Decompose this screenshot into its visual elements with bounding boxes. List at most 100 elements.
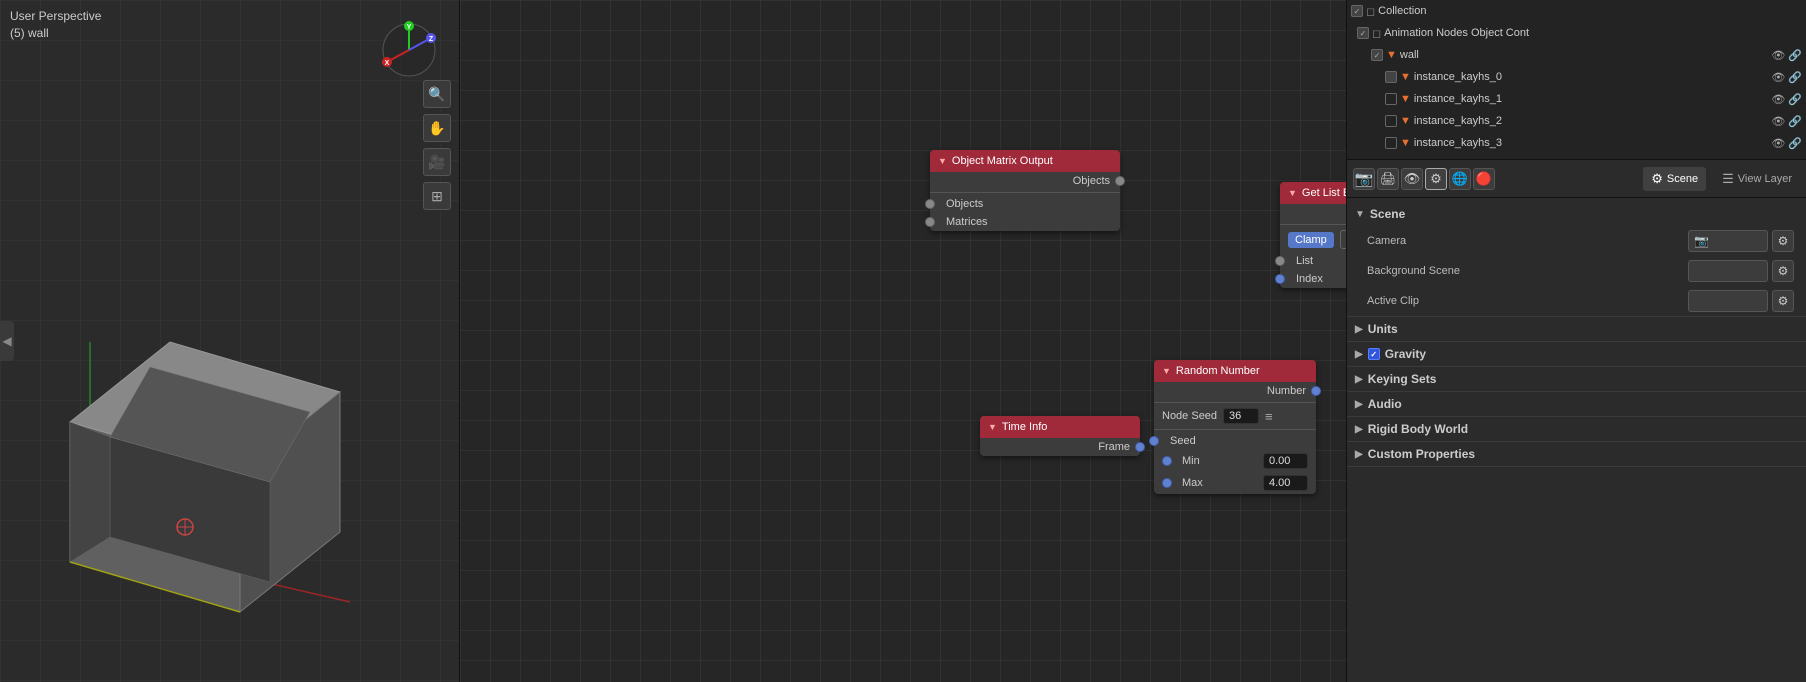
node-seed-row: Node Seed ≡ [1154,405,1316,427]
outliner-instance-0[interactable]: ▼ instance_kayhs_0 👁 🔗 [1347,66,1806,88]
background-scene-value: ⚙ [1688,260,1794,282]
props-rigid-body-header[interactable]: ▶ Rigid Body World [1347,417,1806,441]
props-icon-world[interactable]: 🌐 [1449,168,1471,190]
inst3-eye[interactable]: 👁 [1771,137,1785,150]
seed-stepper[interactable]: ≡ [1265,409,1273,424]
props-icon-output[interactable]: 🖨 [1377,168,1399,190]
socket-in-seed [1149,436,1159,446]
collection-visibility-checkbox[interactable]: ✓ [1351,5,1363,17]
ortho-tool[interactable]: ⊞ [423,182,451,210]
node-max-row: Max [1154,472,1316,494]
node-output-frame: Frame [980,438,1140,456]
tab-view-layer[interactable]: ☰ View Layer [1714,167,1800,191]
scene-tab-label: Scene [1667,173,1698,185]
socket-in-min [1162,456,1172,466]
socket-in-objects [925,199,935,209]
background-scene-settings-btn[interactable]: ⚙ [1772,260,1794,282]
node-seed-input[interactable] [1223,408,1259,424]
node-getlist-buttons: Clamp ↻ Wrap ≡ [1280,227,1346,252]
inst3-visibility[interactable] [1385,137,1397,149]
outliner-anim-nodes[interactable]: ✓ ◻ Animation Nodes Object Cont [1347,22,1806,44]
camera-tool[interactable]: 🎥 [423,148,451,176]
wall-eye-icon[interactable]: 👁 [1771,49,1785,62]
outliner-collection[interactable]: ✓ ◻ Collection [1347,0,1806,22]
anim-nodes-visibility[interactable]: ✓ [1357,27,1369,39]
active-clip-label: Active Clip [1367,295,1682,307]
max-input[interactable] [1263,475,1308,491]
inst1-eye[interactable]: 👁 [1771,93,1785,106]
props-icon-view[interactable]: 👁 [1401,168,1423,190]
camera-settings-btn[interactable]: ⚙ [1772,230,1794,252]
props-active-clip-row: Active Clip ⚙ [1347,286,1806,316]
custom-expand-arrow: ▶ [1355,449,1363,460]
outliner-instance-3[interactable]: ▼ instance_kayhs_3 👁 🔗 [1347,132,1806,154]
props-background-row: Background Scene ⚙ [1347,256,1806,286]
gravity-checkbox[interactable]: ✓ [1368,348,1380,360]
outliner-instance-2[interactable]: ▼ instance_kayhs_2 👁 🔗 [1347,110,1806,132]
inst2-eye[interactable]: 👁 [1771,115,1785,128]
props-custom-section: ▶ Custom Properties [1347,442,1806,467]
units-label: Units [1368,322,1398,336]
outliner-inst2-label: instance_kayhs_2 [1414,115,1502,127]
outliner-wall[interactable]: ✓ ▼ wall 👁 🔗 [1347,44,1806,66]
socket-in-list [1275,256,1285,266]
wall-visibility[interactable]: ✓ [1371,49,1383,61]
props-scene-header[interactable]: ▼ Scene [1347,202,1806,226]
props-keying-section: ▶ Keying Sets [1347,367,1806,392]
props-custom-header[interactable]: ▶ Custom Properties [1347,442,1806,466]
node-object-matrix-header: ▼ Object Matrix Output [930,150,1120,172]
socket-in-index [1275,274,1285,284]
inst0-eye[interactable]: 👁 [1771,71,1785,84]
axes-widget: Y X Z [379,20,439,80]
properties-panel: ✓ ◻ Collection ✓ ◻ Animation Nodes Objec… [1346,0,1806,682]
node-editor[interactable]: ▼ Object Matrix Output Objects Objects M… [460,0,1346,682]
tab-scene[interactable]: ⚙ Scene [1643,167,1706,191]
inst2-visibility[interactable] [1385,115,1397,127]
props-gravity-header[interactable]: ▶ ✓ Gravity [1347,342,1806,366]
props-gravity-section: ▶ ✓ Gravity [1347,342,1806,367]
props-icon-scene[interactable]: ⚙ [1425,168,1447,190]
node-collapse-triangle[interactable]: ▼ [938,156,947,166]
min-input[interactable] [1263,453,1308,469]
socket-in-matrices [925,217,935,227]
camera-picker-btn[interactable]: 📷 [1688,230,1768,252]
inst1-visibility[interactable] [1385,93,1397,105]
props-units-header[interactable]: ▶ Units [1347,317,1806,341]
viewport[interactable]: Y X Z User Perspective (5) wall 🔍 ✋ 🎥 ⊞ … [0,0,460,682]
node-time-collapse[interactable]: ▼ [988,422,997,432]
outliner[interactable]: ✓ ◻ Collection ✓ ◻ Animation Nodes Objec… [1347,0,1806,160]
gravity-expand-arrow: ▶ [1355,349,1363,360]
active-clip-settings-btn[interactable]: ⚙ [1772,290,1794,312]
collection-square-icon: ◻ [1366,5,1375,18]
clamp-button[interactable]: Clamp [1288,232,1334,248]
inst1-link[interactable]: 🔗 [1788,93,1802,106]
background-scene-btn[interactable] [1688,260,1768,282]
keying-sets-label: Keying Sets [1368,372,1437,386]
node-random-collapse[interactable]: ▼ [1162,366,1171,376]
audio-label: Audio [1368,397,1402,411]
pan-tool[interactable]: ✋ [423,114,451,142]
node-output-element: Element [1280,204,1346,222]
props-icon-render[interactable]: 📷 [1353,168,1375,190]
node-min-row: Min [1154,450,1316,472]
active-clip-btn[interactable] [1688,290,1768,312]
zoom-tool[interactable]: 🔍 [423,80,451,108]
camera-picker-icon: 📷 [1694,234,1709,248]
inst2-link[interactable]: 🔗 [1788,115,1802,128]
inst0-visibility[interactable] [1385,71,1397,83]
inst0-icon: ▼ [1400,71,1411,83]
outliner-inst0-label: instance_kayhs_0 [1414,71,1502,83]
node-random-number: ▼ Random Number Number Node Seed ≡ Seed … [1154,360,1316,494]
node-object-matrix-title: Object Matrix Output [952,155,1053,167]
node-getlist-collapse[interactable]: ▼ [1288,188,1297,198]
viewport-toolbar: 🔍 ✋ 🎥 ⊞ [423,80,451,210]
wall-link-icon[interactable]: 🔗 [1788,49,1802,62]
outliner-instance-1[interactable]: ▼ instance_kayhs_1 👁 🔗 [1347,88,1806,110]
inst0-link[interactable]: 🔗 [1788,71,1802,84]
inst3-link[interactable]: 🔗 [1788,137,1802,150]
collapse-panel-arrow[interactable]: ◀ [0,321,14,361]
props-icon-object[interactable]: 🔴 [1473,168,1495,190]
props-audio-header[interactable]: ▶ Audio [1347,392,1806,416]
props-keying-header[interactable]: ▶ Keying Sets [1347,367,1806,391]
wrap-button[interactable]: ↻ Wrap [1340,230,1346,249]
